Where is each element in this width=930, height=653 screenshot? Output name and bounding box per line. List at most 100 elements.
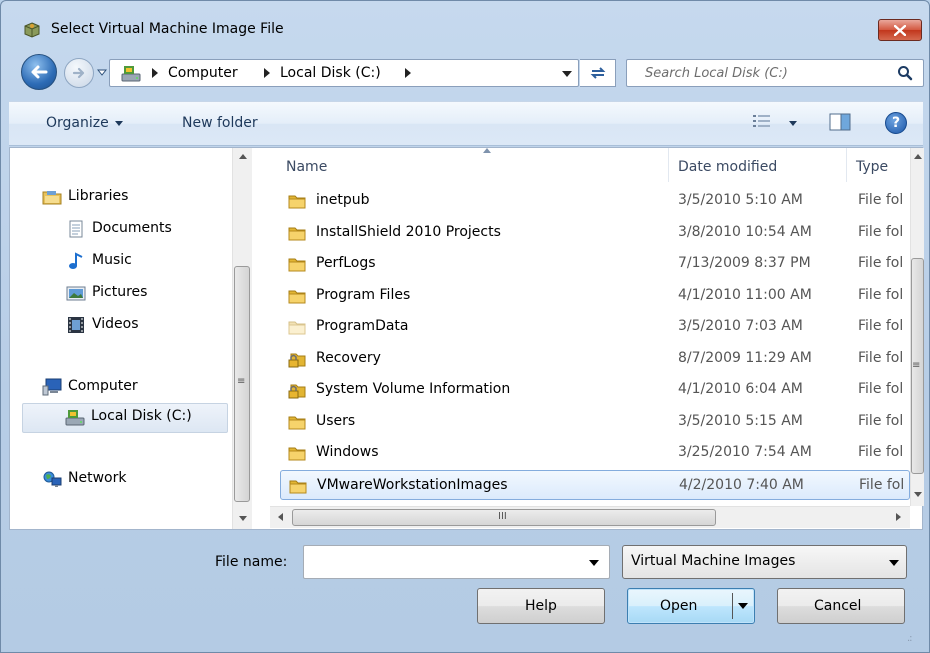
breadcrumb-separator-icon[interactable] [405,68,411,78]
help-button[interactable]: Help [477,588,605,624]
new-folder-label: New folder [182,115,258,131]
file-name: InstallShield 2010 Projects [316,223,501,240]
nav-label: Libraries [68,188,129,204]
column-divider[interactable] [846,148,847,182]
breadcrumb-computer[interactable]: Computer [168,65,238,81]
documents-icon [69,220,83,238]
file-type-select[interactable]: Virtual Machine Images [622,545,907,579]
column-header-name[interactable]: Name [270,148,670,182]
horizontal-scrollbar[interactable]: III [270,506,910,528]
grip-icon: ≡ [912,360,921,371]
scroll-right-icon[interactable] [896,513,901,521]
file-row[interactable]: Program Files 4/1/2010 11:00 AM File fol [280,281,910,311]
refresh-button[interactable] [580,59,616,87]
address-bar[interactable]: Computer Local Disk (C:) [109,59,579,87]
help-icon[interactable]: ? [885,112,907,134]
file-date: 4/1/2010 6:04 AM [678,381,803,397]
back-arrow-icon [31,65,48,79]
file-type: File fol [858,381,904,397]
file-name: Program Files [316,286,411,303]
file-row[interactable]: System Volume Information 4/1/2010 6:04 A… [280,375,910,405]
file-date: 4/1/2010 11:00 AM [678,286,812,303]
scroll-down-icon[interactable] [239,516,247,521]
title-bar[interactable]: Select Virtual Machine Image File [1,1,929,47]
nav-item-local-disk[interactable]: Local Disk (C:) [22,403,228,433]
change-view-button[interactable] [751,113,801,135]
forward-button[interactable] [64,58,94,88]
nav-item-pictures[interactable]: Pictures [66,280,226,308]
file-type: File fol [859,476,905,493]
file-list-scrollbar[interactable]: ≡ [910,148,924,506]
search-box[interactable] [626,59,924,87]
split-divider [732,593,733,619]
file-row[interactable]: Recovery 8/7/2009 11:29 AM File fol [280,344,910,374]
open-button[interactable]: Open [627,588,755,624]
scroll-up-icon[interactable] [239,154,247,159]
scroll-down-icon[interactable] [914,492,922,497]
file-name: System Volume Information [316,381,511,397]
nav-item-music[interactable]: Music [66,248,226,276]
recent-pages-dropdown-icon[interactable] [97,69,107,77]
file-date: 4/2/2010 7:40 AM [679,476,804,493]
file-name-combobox[interactable] [303,545,610,579]
nav-label: Documents [92,220,172,236]
nav-item-libraries[interactable]: Libraries [42,184,222,212]
nav-item-documents[interactable]: Documents [66,216,226,244]
libraries-icon [42,191,62,205]
preview-pane-button[interactable] [829,113,853,135]
file-row-selected[interactable]: VMwareWorkstationImages 4/2/2010 7:40 AM F… [280,469,910,500]
search-input[interactable] [627,60,887,86]
file-row[interactable]: PerfLogs 7/13/2009 8:37 PM File fol [280,249,910,279]
nav-item-computer[interactable]: Computer [42,374,222,402]
sort-ascending-icon [483,148,491,153]
column-header-date[interactable]: Date modified [670,148,848,182]
help-button-label: Help [525,598,557,614]
folder-icon [288,290,306,303]
file-name: Recovery [316,349,381,366]
resize-grip-icon[interactable]: .: [907,633,912,644]
breadcrumb-separator-icon[interactable] [152,68,158,78]
file-row[interactable]: inetpub 3/5/2010 5:10 AM File fol [280,186,910,216]
forward-arrow-icon [72,67,85,79]
chevron-down-icon[interactable] [589,560,599,566]
nav-scrollbar[interactable]: ≡ [232,148,252,529]
cancel-button-label: Cancel [814,598,862,614]
preview-pane-icon [829,113,851,131]
file-row[interactable]: InstallShield 2010 Projects 3/8/2010 10:5… [280,218,910,248]
breadcrumb-local-disk[interactable]: Local Disk (C:) [280,65,381,81]
file-type: File fol [858,192,904,208]
grip-icon: ≡ [237,376,246,387]
back-button[interactable] [21,54,57,90]
file-type: File fol [858,412,904,429]
file-row[interactable]: Users 3/5/2010 5:15 AM File fol [280,407,910,437]
file-date: 3/25/2010 7:54 AM [678,444,812,460]
file-type: File fol [858,349,904,366]
command-bar: Organize New folder ? [9,101,923,146]
breadcrumb-separator-icon[interactable] [264,68,270,78]
open-options-dropdown-icon[interactable] [738,603,748,609]
file-row[interactable]: Windows 3/25/2010 7:54 AM File fol [280,438,910,468]
view-details-icon [753,115,770,127]
window-title: Select Virtual Machine Image File [51,21,284,37]
chevron-down-icon [789,121,797,126]
chevron-down-icon [889,560,899,566]
file-row[interactable]: ProgramData 3/5/2010 7:03 AM File fol [280,312,910,342]
column-header-type[interactable]: Type [848,148,910,182]
videos-icon [68,317,84,333]
folder-icon [288,195,306,209]
nav-item-videos[interactable]: Videos [66,312,226,340]
file-type: File fol [858,318,904,334]
folder-icon [288,447,306,461]
organize-menu-button[interactable]: Organize [46,115,123,131]
column-divider[interactable] [668,148,669,182]
cancel-button[interactable]: Cancel [777,588,905,624]
new-folder-button[interactable]: New folder [182,115,258,131]
scroll-up-icon[interactable] [914,154,922,159]
scroll-left-icon[interactable] [278,513,283,521]
address-history-dropdown-icon[interactable] [562,71,572,77]
file-name-input[interactable] [304,546,574,578]
nav-item-network[interactable]: Network [42,466,222,494]
search-icon[interactable] [897,65,913,81]
file-date: 3/5/2010 5:15 AM [678,412,803,429]
close-button[interactable] [878,19,922,41]
